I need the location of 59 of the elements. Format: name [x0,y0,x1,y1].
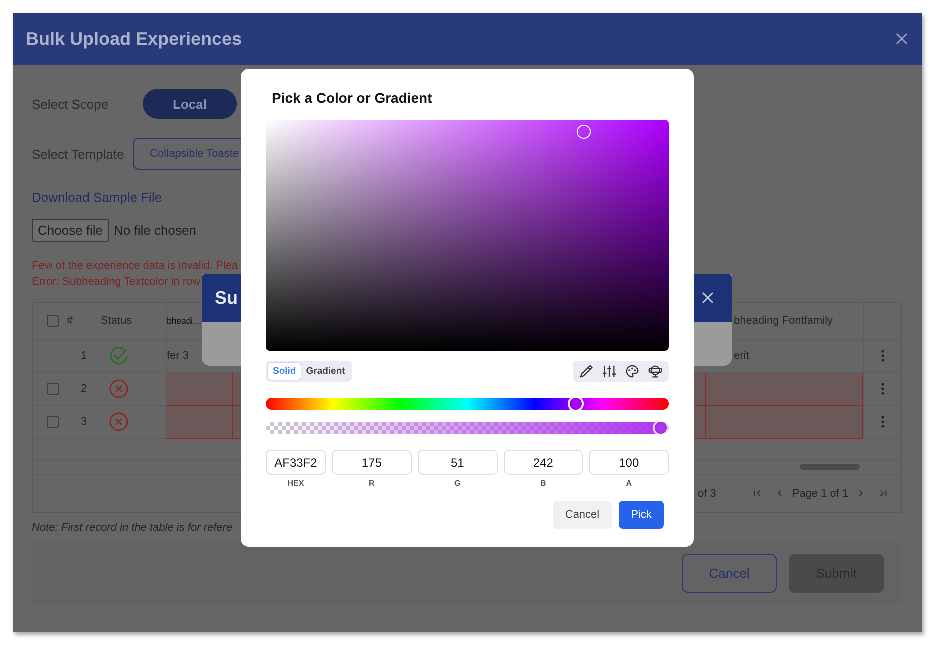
note-text: Note: First record in the table is for refere [32,522,234,534]
checkbox[interactable] [47,383,59,395]
error-message: Error: Subheading Textcolor in row [32,275,202,290]
saturation-area[interactable] [266,120,669,351]
record-count: of 3 [698,488,716,500]
close-icon[interactable] [896,33,908,45]
error-message: Few of the experience data is invalid. Plea [32,259,240,274]
first-page-icon[interactable] [753,489,762,498]
circle-bar-icon[interactable] [648,364,663,379]
palette-icon[interactable] [625,364,640,379]
field-label: R [368,479,375,488]
field-label: Select Template [32,146,126,162]
eyedropper-icon[interactable] [579,364,594,379]
column-header: bheading Fontfamily [734,315,834,327]
field-label: HEX [288,479,304,488]
row-number: 2 [80,383,88,395]
scrollbar[interactable] [800,464,860,470]
field-label: A [626,479,632,488]
color-value-field[interactable]: 51 [418,450,498,475]
checkbox[interactable] [47,315,59,327]
close-icon[interactable] [702,292,714,304]
field-label: G [454,479,461,488]
mode-tab[interactable]: Gradient [301,363,350,380]
more-icon[interactable] [880,383,884,395]
color-value-field[interactable]: 242 [504,450,584,475]
color-cursor[interactable] [577,124,592,139]
error-circle-icon [109,412,129,432]
slider-thumb[interactable] [568,396,584,412]
color-value-field[interactable]: AF33F2 [266,450,326,475]
file-status: No file chosen [114,223,196,238]
field-label: B [540,479,546,488]
field-label: Select Scope [32,96,110,112]
checkbox[interactable] [47,416,59,428]
slider-thumb[interactable] [653,420,669,436]
table-cell: fer 3 [167,350,190,362]
error-circle-icon [109,379,129,399]
column-header: # [67,315,74,327]
more-icon[interactable] [880,416,884,428]
row-number: 1 [80,350,88,362]
dialog-title: Bulk Upload Experiences [26,28,242,50]
last-page-icon[interactable] [878,489,888,498]
table-cell: erit [734,350,750,362]
check-circle-icon [109,346,129,366]
color-value-field[interactable]: 100 [589,450,669,475]
column-header: bheadi… [167,316,202,326]
dialog-title: Pick a Color or Gradient [272,90,434,106]
cancel-button[interactable]: Cancel [553,501,612,529]
sliders-icon[interactable] [602,364,617,379]
column-header: Status [101,315,132,327]
row-number: 3 [80,416,88,428]
page-indicator: Page 1 of 1 [792,488,849,500]
pick-button[interactable]: Pick [619,501,664,529]
dialog-title: Su [215,288,238,308]
scope-button[interactable]: Local [143,89,237,119]
choose-file-button[interactable]: Choose file [32,219,110,242]
more-icon[interactable] [880,350,884,362]
mode-tab[interactable]: Solid [268,363,302,380]
hue-slider[interactable] [266,396,669,412]
color-value-field[interactable]: 175 [332,450,412,475]
